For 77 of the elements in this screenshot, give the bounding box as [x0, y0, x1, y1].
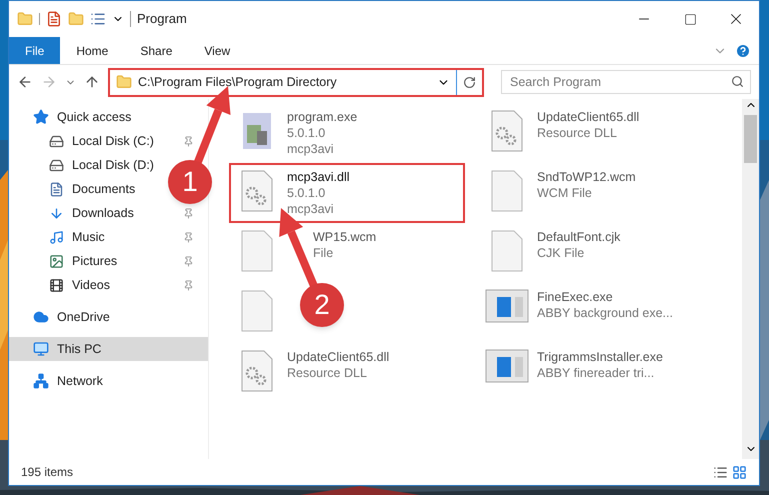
file-detail: Resource DLL	[537, 125, 618, 141]
file-detail: CJK File	[537, 245, 586, 261]
nav-item[interactable]: Music	[9, 225, 194, 249]
file-detail: Resource DLL	[287, 365, 368, 381]
maximize-icon[interactable]	[684, 12, 696, 26]
nav-icon	[33, 309, 49, 325]
file-detail: File	[313, 245, 334, 261]
nav-item[interactable]: Local Disk (C:)	[9, 129, 194, 153]
file-name[interactable]: FineExec.exe	[537, 289, 673, 305]
file-name[interactable]: program.exe	[287, 109, 358, 125]
nav-icon	[33, 341, 49, 357]
nav-icon	[49, 182, 64, 196]
scrollbar[interactable]	[742, 99, 759, 459]
ribbon-tab[interactable]: View	[188, 37, 246, 64]
status-text: 195 items	[21, 464, 74, 481]
nav-item[interactable]: Videos	[9, 273, 194, 297]
ribbon-tab[interactable]: Home	[60, 37, 124, 64]
file-detail: 5.0.1.0	[287, 125, 326, 141]
help-icon[interactable]	[735, 42, 751, 58]
file-detail: WCM File	[537, 185, 593, 201]
nav-icon	[33, 109, 49, 125]
folder-icon	[116, 74, 132, 90]
nav-icon	[49, 206, 64, 220]
file-detail: ABBY background exe...	[537, 305, 673, 321]
file-detail: mcp3avi	[287, 141, 335, 157]
pin-icon[interactable]	[183, 136, 194, 146]
window-icon	[485, 289, 529, 323]
file-name[interactable]: UpdateClient65.dll	[537, 109, 640, 125]
file-detail: mcp3avi	[287, 201, 335, 217]
address-field[interactable]: C:\Program Files\Program Directory	[108, 68, 484, 96]
pin-icon[interactable]	[183, 208, 194, 218]
file-icon	[240, 229, 274, 273]
pin-icon[interactable]	[183, 256, 194, 266]
file-name[interactable]: SndToWP12.wcm	[537, 169, 636, 185]
file-detail: 5.0.1.0	[287, 185, 326, 201]
settings-file-icon	[240, 169, 274, 213]
tiles-view-icon[interactable]	[732, 464, 747, 480]
file-name[interactable]: mcp3avi.dll	[287, 169, 350, 185]
nav-item[interactable]: Quick access	[9, 105, 140, 129]
nav-icon	[49, 230, 64, 244]
nav-icon	[49, 254, 64, 268]
nav-icon	[49, 278, 64, 292]
nav-item[interactable]: Network	[9, 369, 111, 393]
nav-item[interactable]: This PC	[9, 337, 208, 361]
nav-item[interactable]: Pictures	[9, 249, 194, 273]
window-title: Program	[137, 10, 187, 28]
file-icon	[240, 289, 274, 333]
details-view-icon[interactable]	[713, 464, 728, 480]
pin-icon[interactable]	[183, 280, 194, 290]
search-icon[interactable]	[731, 75, 744, 88]
refresh-icon[interactable]	[463, 76, 476, 88]
file-icon	[490, 169, 524, 213]
address-path: C:\Program Files\Program Directory	[138, 74, 337, 91]
ribbon-tab[interactable]: Share	[124, 37, 188, 64]
search-field[interactable]: Search Program	[501, 70, 751, 94]
back-icon[interactable]	[17, 74, 33, 90]
nav-item[interactable]: Local Disk (D:)	[9, 153, 162, 177]
window-icon	[485, 349, 529, 383]
file-icon	[490, 229, 524, 273]
nav-item[interactable]: Downloads	[9, 201, 194, 225]
file-name[interactable]: DefaultFont.cjk	[537, 229, 620, 245]
up-icon[interactable]	[84, 74, 100, 90]
nav-item[interactable]: Documents	[9, 177, 144, 201]
pin-icon[interactable]	[183, 232, 194, 242]
nav-icon	[49, 158, 64, 172]
scroll-thumb[interactable]	[744, 115, 757, 163]
ribbon-tab[interactable]: File	[9, 37, 60, 64]
nav-item[interactable]: OneDrive	[9, 305, 118, 329]
settings-file-icon	[490, 109, 524, 153]
settings-file-icon	[240, 349, 274, 393]
nav-icon	[33, 373, 49, 389]
nav-icon	[49, 134, 64, 148]
file-name[interactable]: UpdateClient65.dll	[287, 349, 390, 365]
properties-icon[interactable]	[90, 11, 106, 27]
file-name[interactable]: TrigrammsInstaller.exe	[537, 349, 663, 365]
file-name[interactable]: WP15.wcm	[313, 229, 376, 245]
file-detail: ABBY finereader tri...	[537, 365, 656, 381]
